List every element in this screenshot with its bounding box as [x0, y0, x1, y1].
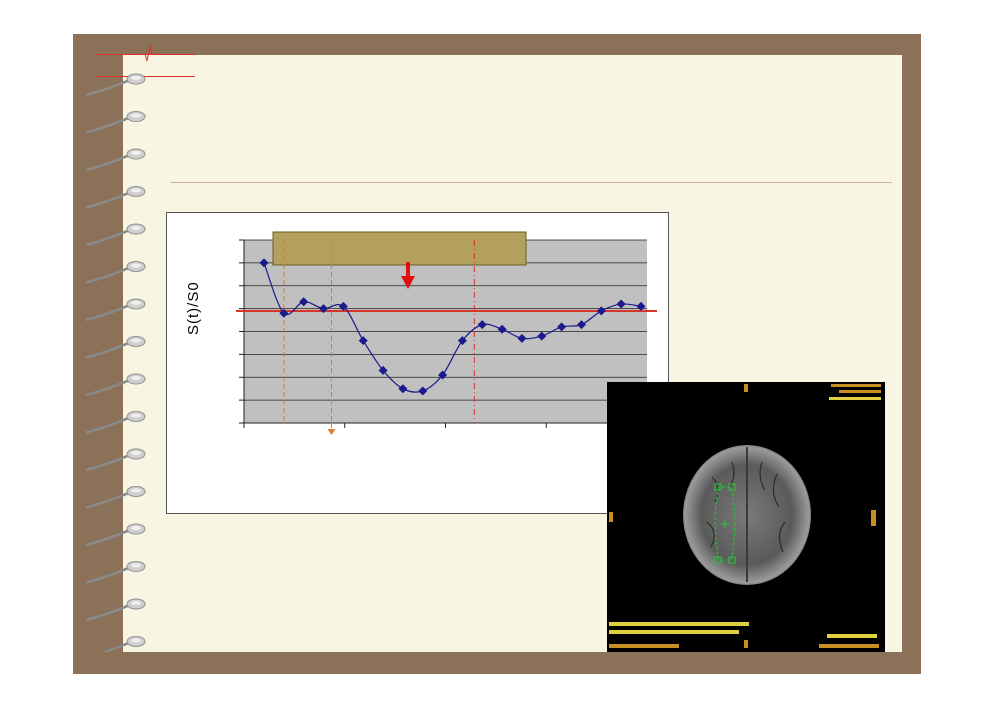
brain-mri-image [607, 382, 885, 652]
down-arrow-shaft [406, 262, 410, 278]
mri-scan-graphic [609, 384, 881, 648]
annotation-band [272, 231, 527, 266]
arrival-arrow-icon [327, 429, 336, 435]
